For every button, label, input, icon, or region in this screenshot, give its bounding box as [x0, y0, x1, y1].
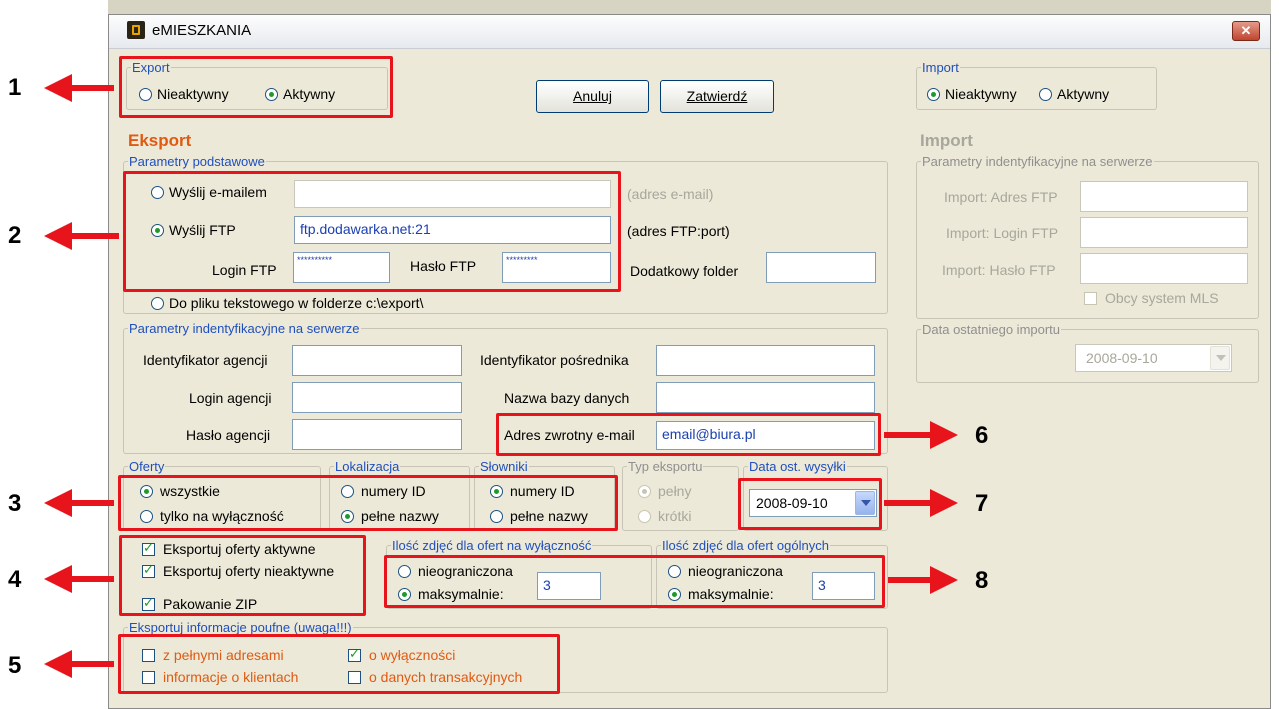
arrow-right-8	[888, 566, 958, 594]
arrow-left-5	[44, 650, 114, 678]
arrow-left-1	[44, 74, 114, 102]
arrow-left-2	[44, 222, 119, 250]
arrow-left-4	[44, 565, 114, 593]
annotation-number-7: 7	[975, 490, 989, 517]
annotation-number-4: 4	[8, 566, 22, 593]
annotation-number-2: 2	[8, 222, 22, 249]
annotation-arrows	[44, 74, 958, 678]
arrow-right-7	[884, 489, 958, 517]
annotation-number-3: 3	[8, 490, 22, 517]
arrow-left-3	[44, 489, 114, 517]
annotation-number-5: 5	[8, 652, 22, 679]
annotation-number-1: 1	[8, 74, 22, 101]
annotation-number-6: 6	[975, 422, 989, 449]
arrow-right-6	[884, 421, 958, 449]
annotation-number-8: 8	[975, 567, 989, 594]
